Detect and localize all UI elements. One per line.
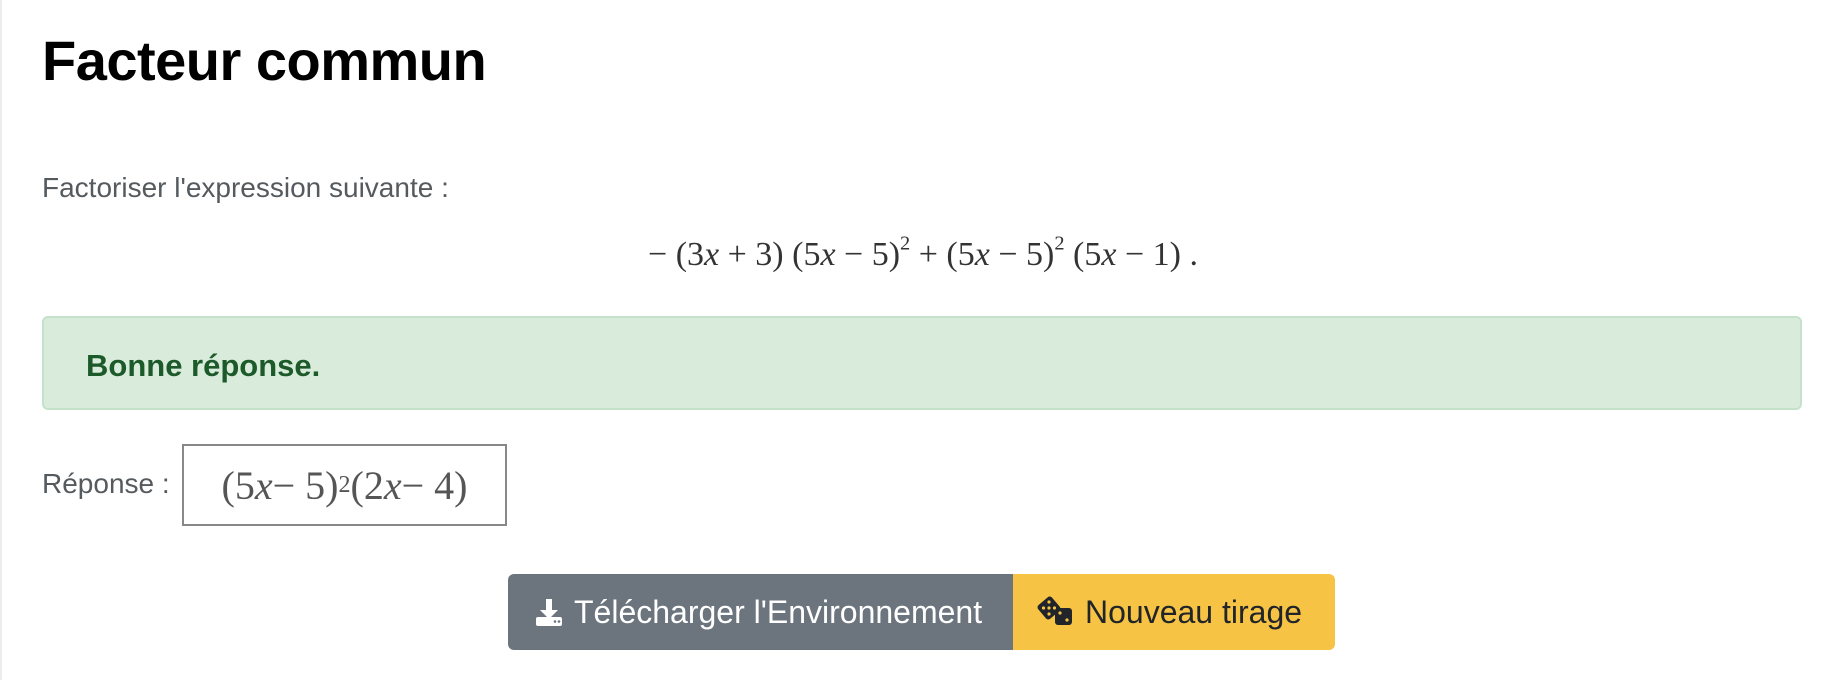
answer-part: − 5) xyxy=(272,462,339,508)
answer-part: − 4) xyxy=(401,462,468,508)
dice-icon xyxy=(1037,596,1072,625)
answer-label: Réponse : xyxy=(42,468,170,499)
expr-exponent: 2 xyxy=(1054,232,1065,255)
success-alert: Bonne réponse. xyxy=(42,316,1802,410)
expr-variable: x xyxy=(820,236,836,273)
answer-variable: x xyxy=(383,462,402,508)
answer-variable: x xyxy=(254,462,273,508)
answer-field: (5 x − 5) 2 (2 x − 4) xyxy=(182,444,507,526)
page-title: Facteur commun xyxy=(42,29,487,92)
download-icon xyxy=(536,599,562,626)
exercise-page: Facteur commun Factoriser l'expression s… xyxy=(42,0,1804,680)
download-button-label: Télécharger l'Environnement xyxy=(574,593,983,630)
new-draw-button-label: Nouveau tirage xyxy=(1085,593,1303,630)
expr-part: − 5) xyxy=(989,236,1055,273)
expr-part: − 5) xyxy=(835,236,901,273)
expr-part: − 1) . xyxy=(1116,236,1198,273)
download-environment-button[interactable]: Télécharger l'Environnement xyxy=(508,574,1013,650)
expr-part: + 3) (5 xyxy=(719,236,821,273)
expr-variable: x xyxy=(1101,236,1117,273)
expr-variable: x xyxy=(704,236,720,273)
expr-exponent: 2 xyxy=(900,232,911,255)
exercise-prompt: Factoriser l'expression suivante : xyxy=(42,172,449,203)
expr-variable: x xyxy=(974,236,990,273)
expr-part: − (3 xyxy=(648,236,705,273)
left-border xyxy=(0,0,2,680)
answer-part: (5 xyxy=(221,462,255,508)
action-buttons: Télécharger l'Environnement Nouveau tira… xyxy=(508,574,1335,650)
new-draw-button[interactable]: Nouveau tirage xyxy=(1013,574,1335,650)
expression-to-factor: − (3x + 3) (5x − 5)2 + (5x − 5)2 (5x − 1… xyxy=(42,232,1804,274)
expr-part: + (5 xyxy=(910,236,975,273)
feedback-message: Bonne réponse. xyxy=(86,348,321,383)
expr-part: (5 xyxy=(1064,236,1102,273)
answer-part: (2 xyxy=(350,462,384,508)
